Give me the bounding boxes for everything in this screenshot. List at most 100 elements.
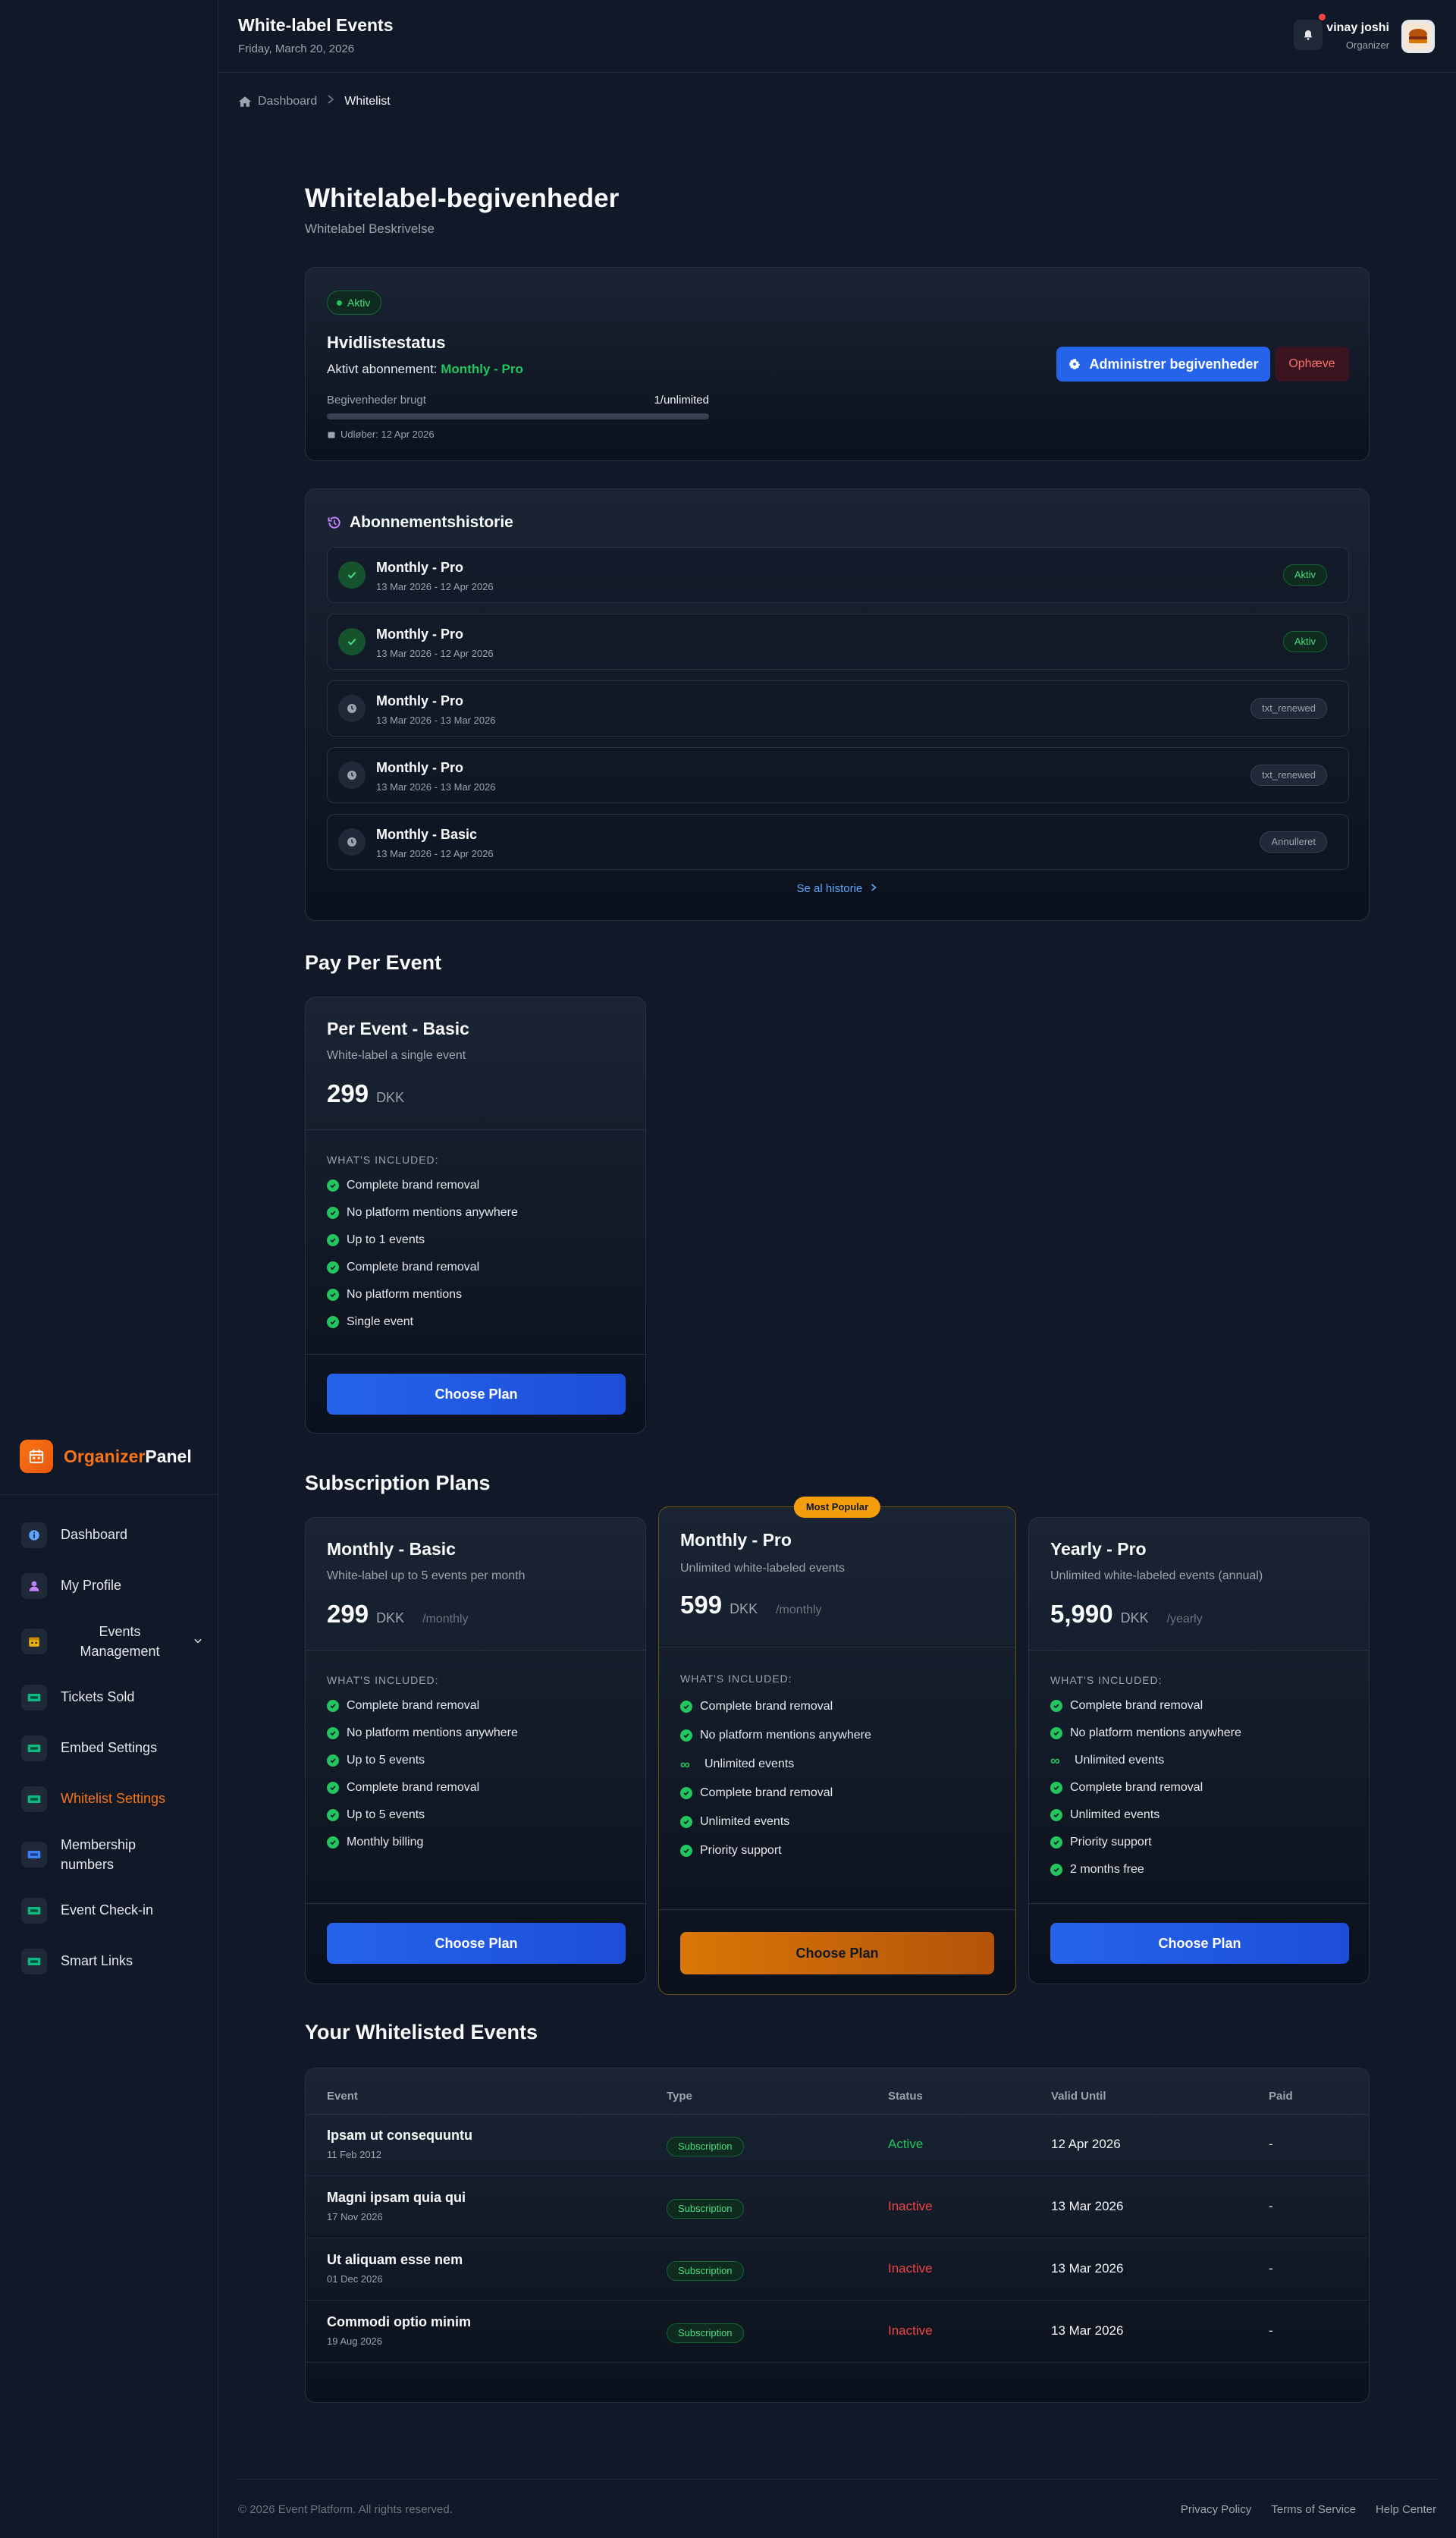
cancel-subscription-button[interactable]: Ophæve [1275, 347, 1349, 382]
expiry: Udløber: 12 Apr 2026 [327, 429, 435, 440]
feature-item: Complete brand removal [327, 1254, 518, 1281]
choose-plan-button[interactable]: Choose Plan [327, 1374, 626, 1415]
privacy-policy-link[interactable]: Privacy Policy [1181, 2503, 1251, 2516]
plan-price: 299 DKK/monthly [327, 1600, 469, 1628]
sidebar-item-smart-links[interactable]: Smart Links [21, 1936, 203, 1987]
feature-item: No platform mentions anywhere [1050, 1720, 1241, 1747]
history-dates: 13 Mar 2026 - 12 Apr 2026 [376, 648, 494, 659]
sidebar-item-whitelist-settings[interactable]: Whitelist Settings [21, 1773, 203, 1824]
chevron-right-icon [326, 94, 335, 108]
history-plan-name: Monthly - Pro [376, 760, 463, 775]
page-title: Whitelabel-begivenheder [305, 184, 620, 213]
plan-features: Complete brand removal No platform menti… [327, 1692, 518, 1856]
history-row[interactable]: Monthly - Pro 13 Mar 2026 - 12 Apr 2026 … [327, 547, 1349, 603]
check-circle-icon [680, 1845, 692, 1857]
event-paid: - [1269, 2261, 1273, 2276]
event-type-badge: Subscription [667, 2323, 744, 2343]
check-circle-icon [327, 1179, 339, 1192]
user-name[interactable]: vinay joshi [1326, 21, 1389, 35]
terms-of-service-link[interactable]: Terms of Service [1271, 2503, 1356, 2516]
avatar[interactable] [1401, 20, 1435, 53]
sidebar-divider [0, 1494, 218, 1495]
plan-description: White-label a single event [327, 1049, 466, 1062]
plan-divider [306, 1903, 645, 1904]
included-label: WHAT'S INCLUDED: [680, 1673, 792, 1685]
history-row[interactable]: Monthly - Basic 13 Mar 2026 - 12 Apr 202… [327, 814, 1349, 870]
sidebar-item-embed-settings[interactable]: Embed Settings [21, 1723, 203, 1773]
chevron-down-icon[interactable] [193, 1634, 203, 1650]
user-icon [21, 1572, 47, 1599]
sidebar-item-dashboard[interactable]: Dashboard [21, 1509, 203, 1560]
plan-description: Unlimited white-labeled events (annual) [1050, 1569, 1263, 1582]
event-valid-until: 13 Mar 2026 [1051, 2323, 1124, 2338]
notification-bell-icon[interactable] [1294, 20, 1323, 50]
plan-card-monthly-pro: Most Popular Monthly - Pro Unlimited whi… [658, 1497, 1016, 1995]
choose-plan-button[interactable]: Choose Plan [327, 1923, 626, 1964]
help-center-link[interactable]: Help Center [1376, 2503, 1436, 2516]
table-row[interactable]: Ipsam ut consequuntu 11 Feb 2012 Subscri… [306, 2114, 1369, 2176]
feature-item: 2 months free [1050, 1856, 1241, 1883]
sidebar-item-event-check-in[interactable]: Event Check-in [21, 1885, 203, 1936]
home-icon [238, 96, 252, 107]
manage-events-button[interactable]: Administrer begivenheder [1056, 347, 1270, 382]
sidebar-nav: Dashboard My Profile Events Management T… [21, 1509, 203, 1987]
plan-name: Yearly - Pro [1050, 1539, 1147, 1559]
included-label: WHAT'S INCLUDED: [327, 1674, 439, 1686]
feature-item: No platform mentions anywhere [680, 1721, 871, 1750]
event-status: Inactive [888, 2199, 933, 2213]
event-name: Magni ipsam quia qui [327, 2190, 466, 2205]
included-label: WHAT'S INCLUDED: [327, 1154, 439, 1166]
event-date: 01 Dec 2026 [327, 2273, 383, 2285]
clock-icon [338, 828, 366, 856]
feature-item: Up to 5 events [327, 1747, 518, 1774]
event-type-badge: Subscription [667, 2199, 744, 2219]
clock-icon [338, 695, 366, 722]
column-header-valid-until: Valid Until [1051, 2090, 1106, 2103]
breadcrumb: Dashboard Whitelist [238, 94, 391, 108]
history-status-badge: txt_renewed [1250, 765, 1327, 786]
choose-plan-button[interactable]: Choose Plan [680, 1932, 994, 1974]
check-circle-icon [1050, 1700, 1062, 1712]
whitelisted-events-table: Event Type Status Valid Until Paid Ipsam… [305, 2068, 1370, 2403]
check-circle-icon [327, 1727, 339, 1739]
chevron-right-icon [871, 884, 877, 891]
plan-description: Unlimited white-labeled events [680, 1562, 845, 1575]
sidebar-item-label: Dashboard [61, 1527, 128, 1542]
sidebar: OrganizerPanel Dashboard My Profile Even… [0, 0, 218, 2538]
ticket-icon [21, 1735, 47, 1761]
choose-plan-button[interactable]: Choose Plan [1050, 1923, 1349, 1964]
footer-divider [238, 2479, 1436, 2480]
plan-description: White-label up to 5 events per month [327, 1569, 526, 1582]
history-row[interactable]: Monthly - Pro 13 Mar 2026 - 13 Mar 2026 … [327, 747, 1349, 803]
sidebar-item-my-profile[interactable]: My Profile [21, 1560, 203, 1611]
history-dates: 13 Mar 2026 - 13 Mar 2026 [376, 715, 496, 726]
gear-icon [1069, 359, 1081, 369]
plan-card-yearly-pro: Yearly - Pro Unlimited white-labeled eve… [1028, 1517, 1370, 1984]
event-paid: - [1269, 2137, 1273, 2151]
breadcrumb-current: Whitelist [344, 94, 391, 108]
history-status-badge: Annulleret [1260, 831, 1327, 853]
breadcrumb-dashboard[interactable]: Dashboard [238, 95, 317, 108]
brand[interactable]: OrganizerPanel [20, 1440, 192, 1473]
feature-item: No platform mentions anywhere [327, 1199, 518, 1227]
check-circle-icon [327, 1754, 339, 1767]
sidebar-item-tickets-sold[interactable]: Tickets Sold [21, 1672, 203, 1723]
event-date: 19 Aug 2026 [327, 2335, 383, 2347]
sidebar-item-membership-numbers[interactable]: Membership numbers [21, 1824, 203, 1885]
history-dates: 13 Mar 2026 - 12 Apr 2026 [376, 581, 494, 592]
see-all-history-link[interactable]: Se al historie [306, 882, 1369, 895]
feature-item: Complete brand removal [327, 1172, 518, 1199]
sidebar-item-events-management[interactable]: Events Management [21, 1611, 203, 1672]
feature-item: ∞ Unlimited events [1050, 1752, 1165, 1768]
history-row[interactable]: Monthly - Pro 13 Mar 2026 - 12 Apr 2026 … [327, 614, 1349, 670]
check-circle-icon [1050, 1727, 1062, 1739]
history-dates: 13 Mar 2026 - 12 Apr 2026 [376, 848, 494, 859]
feature-item: Up to 5 events [327, 1801, 518, 1829]
check-circle-icon [327, 1207, 339, 1219]
table-row[interactable]: Commodi optio minim 19 Aug 2026 Subscrip… [306, 2301, 1369, 2363]
check-circle-icon [1050, 1782, 1062, 1794]
table-row[interactable]: Ut aliquam esse nem 01 Dec 2026 Subscrip… [306, 2238, 1369, 2301]
plan-features: Complete brand removal No platform menti… [680, 1692, 871, 1865]
table-row[interactable]: Magni ipsam quia qui 17 Nov 2026 Subscri… [306, 2176, 1369, 2238]
history-row[interactable]: Monthly - Pro 13 Mar 2026 - 13 Mar 2026 … [327, 680, 1349, 737]
